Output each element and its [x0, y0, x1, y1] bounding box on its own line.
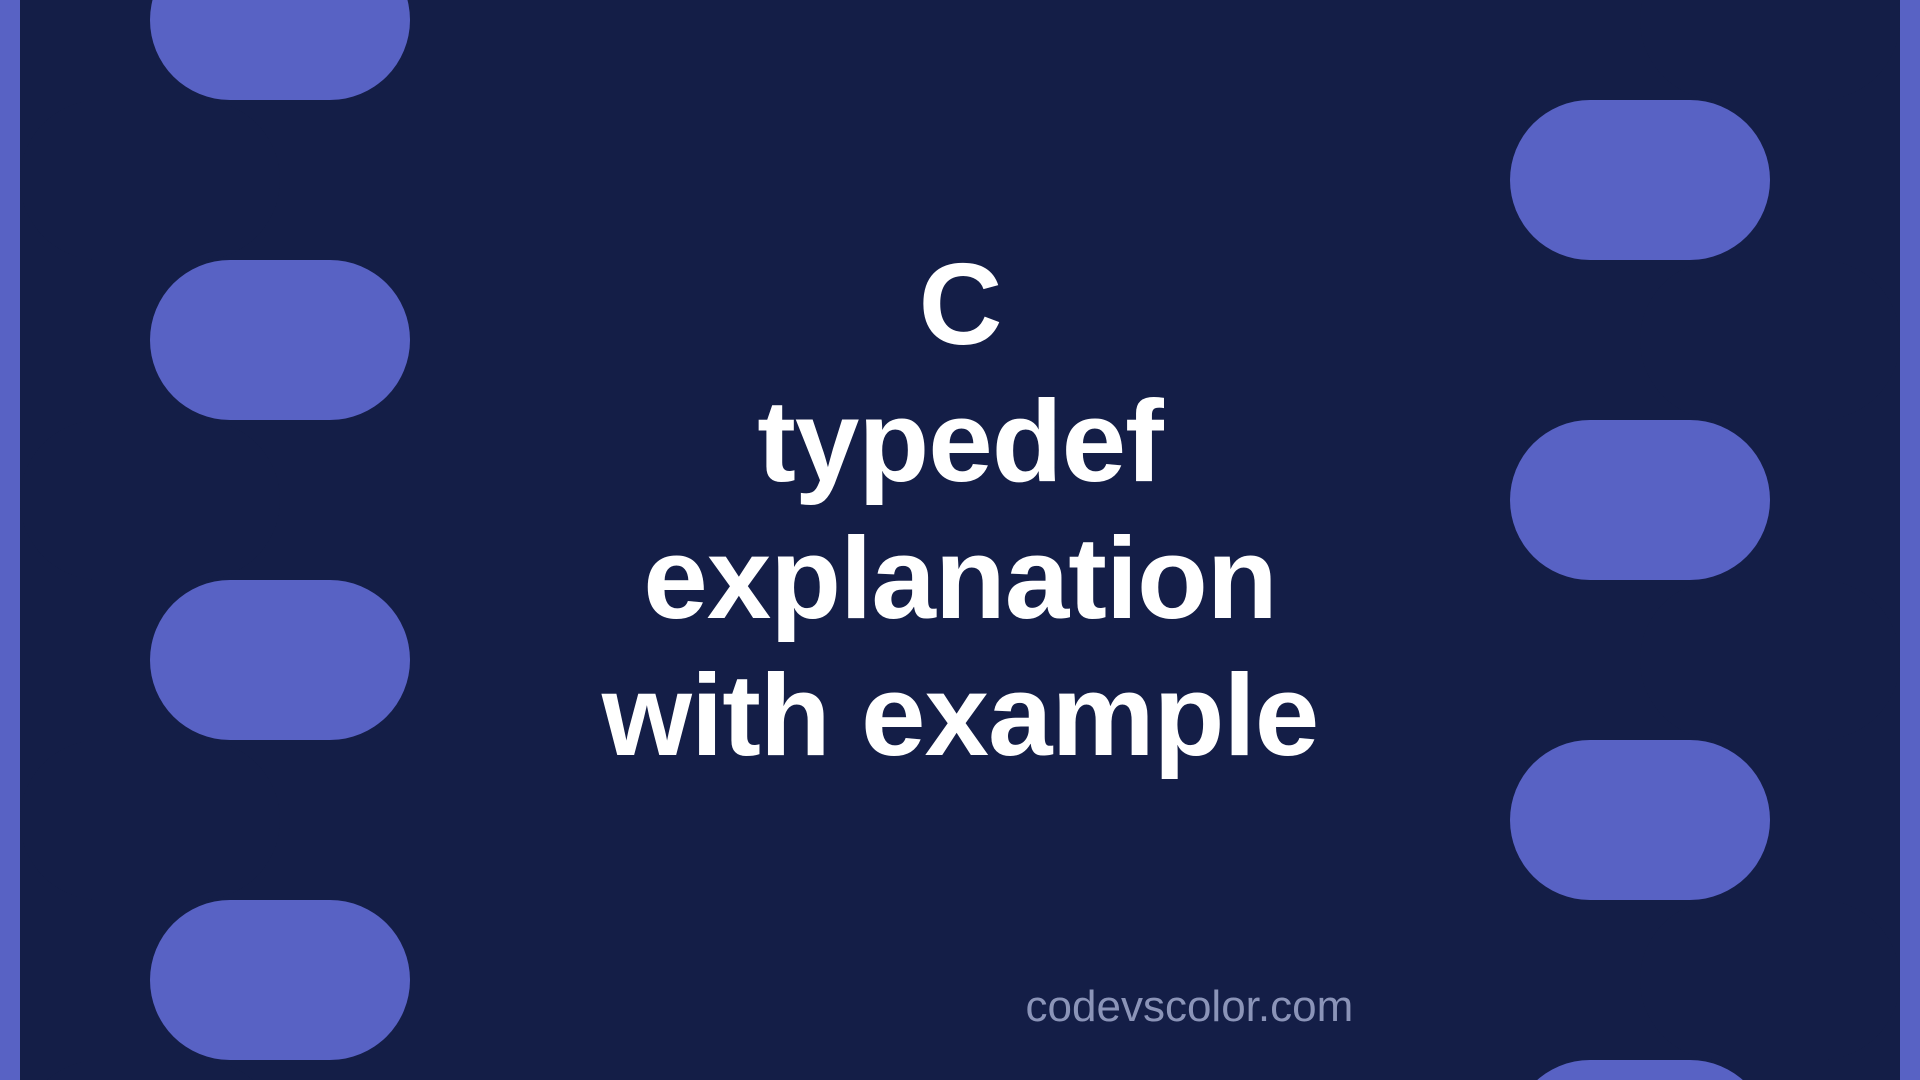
content: C typedef explanation with example codev… — [0, 0, 1920, 1080]
watermark: codevscolor.com — [1026, 982, 1354, 1032]
title: C typedef explanation with example — [602, 236, 1318, 784]
title-line-1: C — [602, 236, 1318, 373]
title-line-2: typedef — [602, 373, 1318, 510]
title-line-3: explanation — [602, 510, 1318, 647]
title-line-4: with example — [602, 647, 1318, 784]
